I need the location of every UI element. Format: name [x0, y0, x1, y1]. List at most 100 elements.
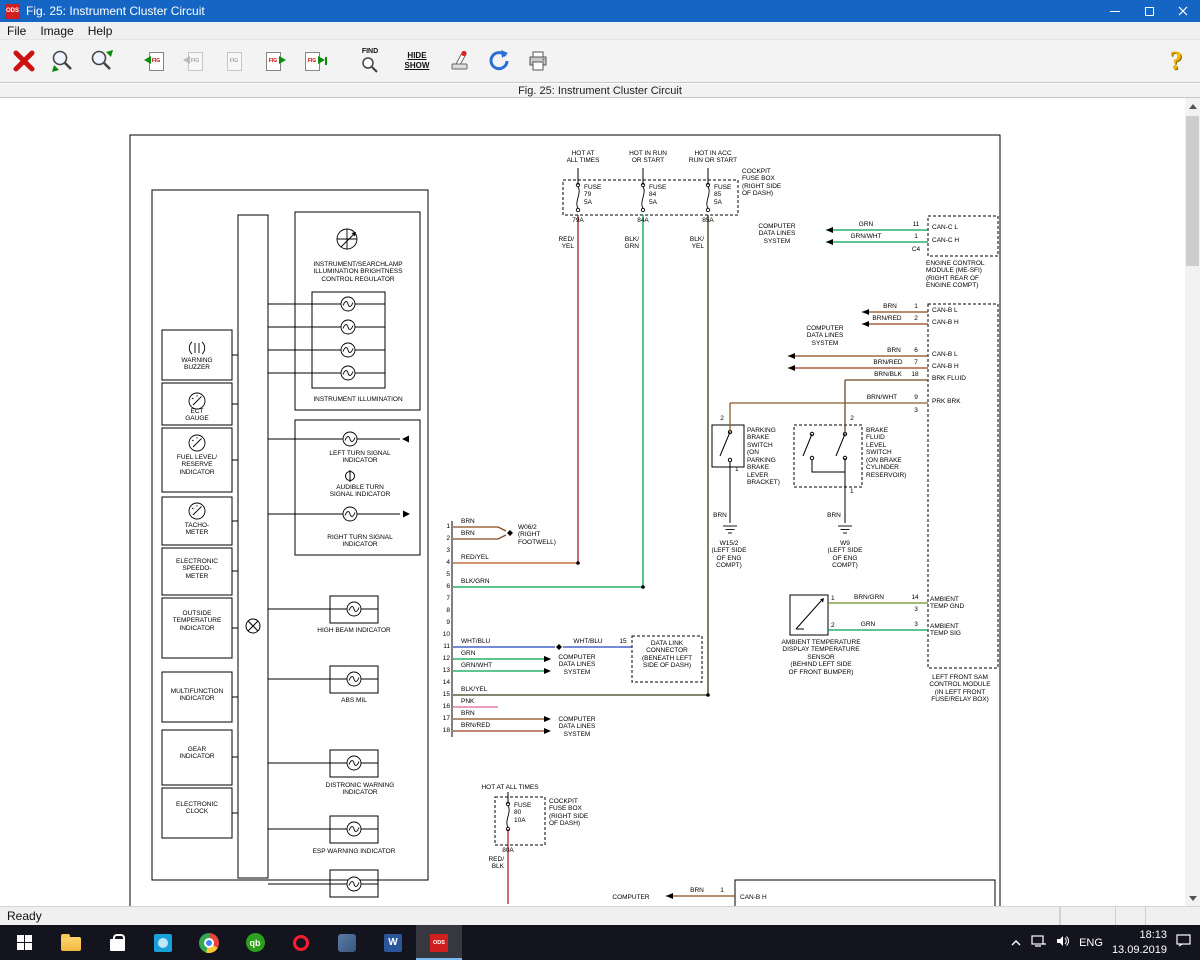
refresh-icon — [489, 50, 509, 71]
toolbar: FIG FIG FIG FIG FIG FIND HIDE SHOW ? — [0, 40, 1200, 83]
label-canb2-t3: BRK FLUID — [932, 375, 966, 382]
folder-icon — [61, 934, 81, 951]
label-data-link-connector: DATA LINK CONNECTOR (BENEATH LEFT SIDE O… — [641, 640, 693, 670]
label-ambient-sensor: AMBIENT TEMPERATURE DISPLAY TEMPERATURE … — [781, 639, 861, 676]
label-bottom-brn: BRN — [690, 887, 704, 894]
label-canb1-w1: BRN — [883, 303, 897, 310]
pin-number: 8 — [446, 607, 450, 614]
taskbar-app-ods[interactable]: ODS — [416, 925, 462, 960]
print-button[interactable] — [520, 43, 556, 80]
gauge-icon — [188, 434, 206, 452]
label-grn: GRN — [858, 221, 874, 228]
bottom-module-box — [734, 879, 996, 906]
figure-page-icon: FIG — [226, 51, 242, 71]
zoom-in-region-button[interactable] — [45, 43, 81, 80]
label-grnwht: GRN/WHT — [850, 233, 882, 240]
first-figure-button[interactable]: FIG — [138, 43, 174, 80]
taskbar-app-chrome[interactable] — [186, 925, 232, 960]
taskbar-app-quickbooks[interactable]: qb — [232, 925, 278, 960]
label-amb-sub1: 3 — [914, 606, 918, 613]
wire-label: BRN — [461, 518, 475, 525]
menu-help[interactable]: Help — [81, 22, 120, 39]
label-wire-redyel: RED/ YEL — [558, 236, 574, 251]
action-center-button[interactable] — [1176, 933, 1192, 952]
wire-label: GRN — [461, 650, 476, 657]
label-pin-80a: 80A — [502, 847, 514, 854]
green-arrow-right-icon — [317, 55, 325, 64]
gauge-icon — [188, 392, 206, 410]
wire-label: BRN — [461, 530, 475, 537]
label-fuse79: FUSE 79 5A — [584, 184, 602, 206]
label-high-beam: HIGH BEAM INDICATOR — [317, 627, 391, 634]
vertical-scrollbar[interactable] — [1185, 98, 1200, 906]
refresh-button[interactable] — [481, 43, 517, 80]
taskbar-clock[interactable]: 18:13 13.09.2019 — [1112, 928, 1167, 957]
taskbar-app-file-explorer[interactable] — [48, 925, 94, 960]
pin-number: 13 — [442, 667, 450, 674]
hide-show-button[interactable]: HIDE SHOW — [395, 43, 439, 80]
statusbar: Ready — [0, 906, 1200, 925]
label-prk-pin: 9 — [914, 394, 918, 401]
label-pin-79a: 79A — [572, 217, 584, 224]
fuse-icon — [705, 182, 711, 213]
speaker-icon — [1057, 935, 1070, 946]
pin-number: 4 — [446, 559, 450, 566]
language-indicator[interactable]: ENG — [1079, 937, 1103, 949]
volume-tray-icon[interactable] — [1056, 934, 1070, 952]
taskbar-app-word[interactable]: W — [370, 925, 416, 960]
fig-label: FIG — [151, 58, 161, 64]
fig-label: FIG — [229, 58, 239, 64]
label-bfs-switch: BRAKE FLUID LEVEL SWITCH (ON BRAKE CYLIN… — [866, 427, 907, 479]
maximize-button[interactable] — [1132, 0, 1166, 22]
pin-number: 7 — [446, 595, 450, 602]
label-fuse85: FUSE 85 5A — [714, 184, 732, 206]
label-hot3: HOT IN ACC RUN OR START — [688, 150, 738, 165]
wire-label: GRN/WHT — [461, 662, 493, 669]
ground-icon — [837, 525, 853, 534]
label-park-pin2: 2 — [720, 415, 724, 422]
close-button[interactable] — [1166, 0, 1200, 22]
minimize-button[interactable] — [1098, 0, 1132, 22]
sam-module-box — [927, 303, 999, 669]
taskbar-app-photos[interactable] — [140, 925, 186, 960]
scroll-down-button[interactable] — [1185, 890, 1200, 906]
last-figure-button[interactable]: FIG — [294, 43, 330, 80]
hide-label: HIDE — [407, 51, 427, 60]
help-button[interactable]: ? — [1158, 43, 1194, 80]
app-icon[interactable]: ODS — [5, 3, 20, 19]
find-button[interactable]: FIND — [348, 43, 392, 80]
network-tray-icon[interactable] — [1031, 934, 1047, 952]
chevron-up-icon — [1011, 939, 1021, 945]
close-figure-button[interactable] — [6, 43, 42, 80]
lamp-icon — [346, 876, 362, 892]
taskbar-app-store[interactable] — [94, 925, 140, 960]
next-figure-button[interactable]: FIG — [255, 43, 291, 80]
lamp-icon — [340, 319, 356, 335]
system-tray: ENG 18:13 13.09.2019 — [1010, 925, 1200, 960]
label-amb-t1: AMBIENT TEMP GND — [930, 596, 965, 611]
figure-list-button[interactable]: FIG — [216, 43, 252, 80]
hide-show-label: HIDE SHOW — [405, 51, 430, 71]
label-abs-mil: ABS MIL — [341, 697, 367, 704]
label-right-turn: RIGHT TURN SIGNAL INDICATOR — [327, 534, 393, 549]
taskbar-app-opera[interactable] — [278, 925, 324, 960]
prev-figure-button[interactable]: FIG — [177, 43, 213, 80]
scroll-up-button[interactable] — [1185, 98, 1200, 114]
label-hot2: HOT IN RUN OR START — [629, 150, 667, 165]
menu-image[interactable]: Image — [33, 22, 80, 39]
scroll-thumb[interactable] — [1186, 116, 1199, 266]
menu-file[interactable]: File — [0, 22, 33, 39]
label-canb2-p2: 7 — [914, 359, 918, 366]
tray-expand-button[interactable] — [1010, 934, 1022, 952]
start-button[interactable] — [0, 925, 48, 960]
clock-date: 13.09.2019 — [1111, 943, 1167, 956]
markup-button[interactable] — [442, 43, 478, 80]
gauge-icon — [188, 502, 206, 520]
zoom-out-region-button[interactable] — [84, 43, 120, 80]
taskbar-app-8[interactable] — [324, 925, 370, 960]
wire-label: PNK — [461, 698, 475, 705]
label-amb-pin1: 1 — [831, 595, 835, 602]
close-icon — [1178, 6, 1188, 16]
label-unit-clock: ELECTRONIC CLOCK — [176, 801, 218, 816]
pin-number: 16 — [442, 703, 450, 710]
